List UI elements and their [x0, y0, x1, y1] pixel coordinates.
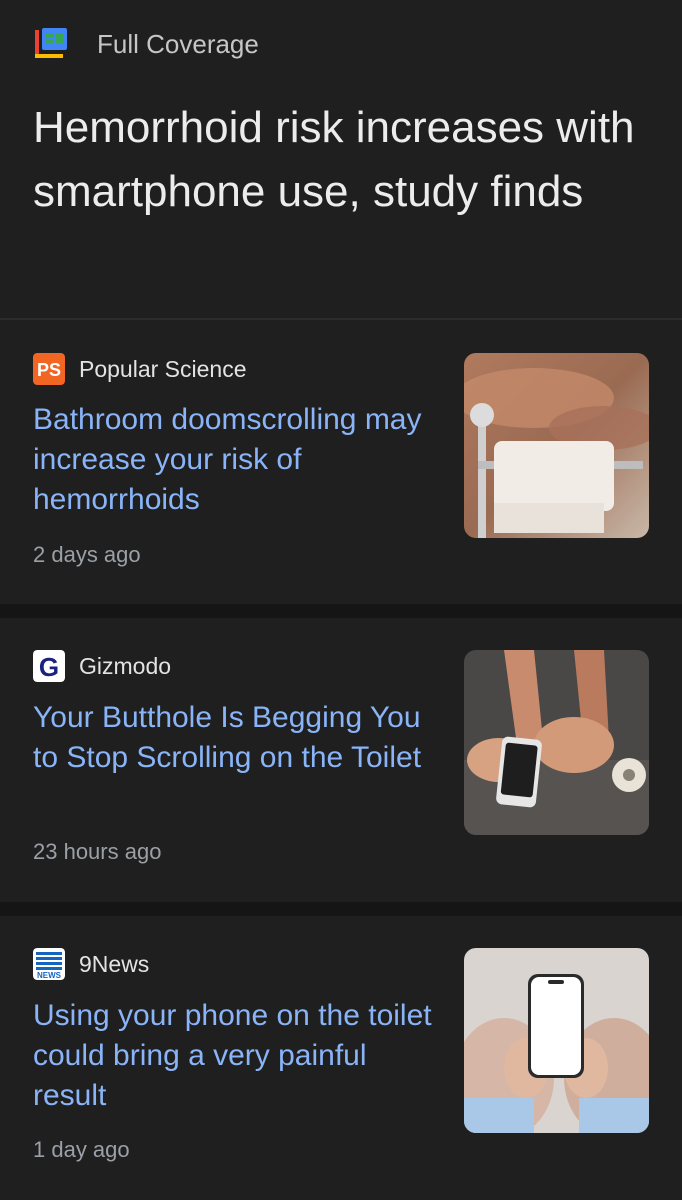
- 9news-icon: NEWS: [33, 948, 65, 980]
- article-thumbnail[interactable]: [464, 650, 649, 835]
- full-coverage-page: Full Coverage Hemorrhoid risk increases …: [0, 0, 682, 1200]
- article-time: 23 hours ago: [33, 839, 162, 864]
- article-source: NEWS 9News: [33, 948, 149, 980]
- article-card[interactable]: G Gizmodo Your Butthole Is Begging You t…: [0, 618, 682, 902]
- article-source: PS Popular Science: [33, 353, 247, 385]
- full-coverage-label: Full Coverage: [97, 28, 259, 59]
- source-name: Popular Science: [79, 355, 247, 382]
- popular-science-icon: PS: [33, 353, 65, 385]
- card-separator: [0, 604, 682, 618]
- full-coverage-row[interactable]: Full Coverage: [33, 24, 259, 64]
- article-time: 2 days ago: [33, 542, 141, 567]
- svg-text:G: G: [39, 652, 59, 682]
- article-card[interactable]: NEWS 9News Using your phone on the toile…: [0, 916, 682, 1200]
- article-card[interactable]: PS Popular Science Bathroom doomscrollin…: [0, 320, 682, 604]
- story-title: Hemorrhoid risk increases with smartphon…: [33, 103, 635, 216]
- article-headline[interactable]: Using your phone on the toilet could bri…: [33, 996, 433, 1116]
- gizmodo-icon: G: [33, 650, 65, 682]
- article-thumbnail[interactable]: [464, 353, 649, 538]
- source-name: Gizmodo: [79, 652, 172, 679]
- source-name: 9News: [79, 950, 150, 977]
- article-thumbnail[interactable]: [464, 948, 649, 1133]
- svg-text:PS: PS: [37, 360, 61, 380]
- article-time: 1 day ago: [33, 1137, 130, 1162]
- full-coverage-header: Full Coverage Hemorrhoid risk increases …: [0, 0, 682, 320]
- article-source: G Gizmodo: [33, 650, 171, 682]
- google-news-full-coverage-icon: [33, 26, 69, 62]
- article-headline[interactable]: Bathroom doomscrolling may increase your…: [33, 400, 433, 520]
- card-separator: [0, 902, 682, 916]
- article-headline[interactable]: Your Butthole Is Begging You to Stop Scr…: [33, 698, 433, 778]
- svg-text:NEWS: NEWS: [37, 971, 62, 980]
